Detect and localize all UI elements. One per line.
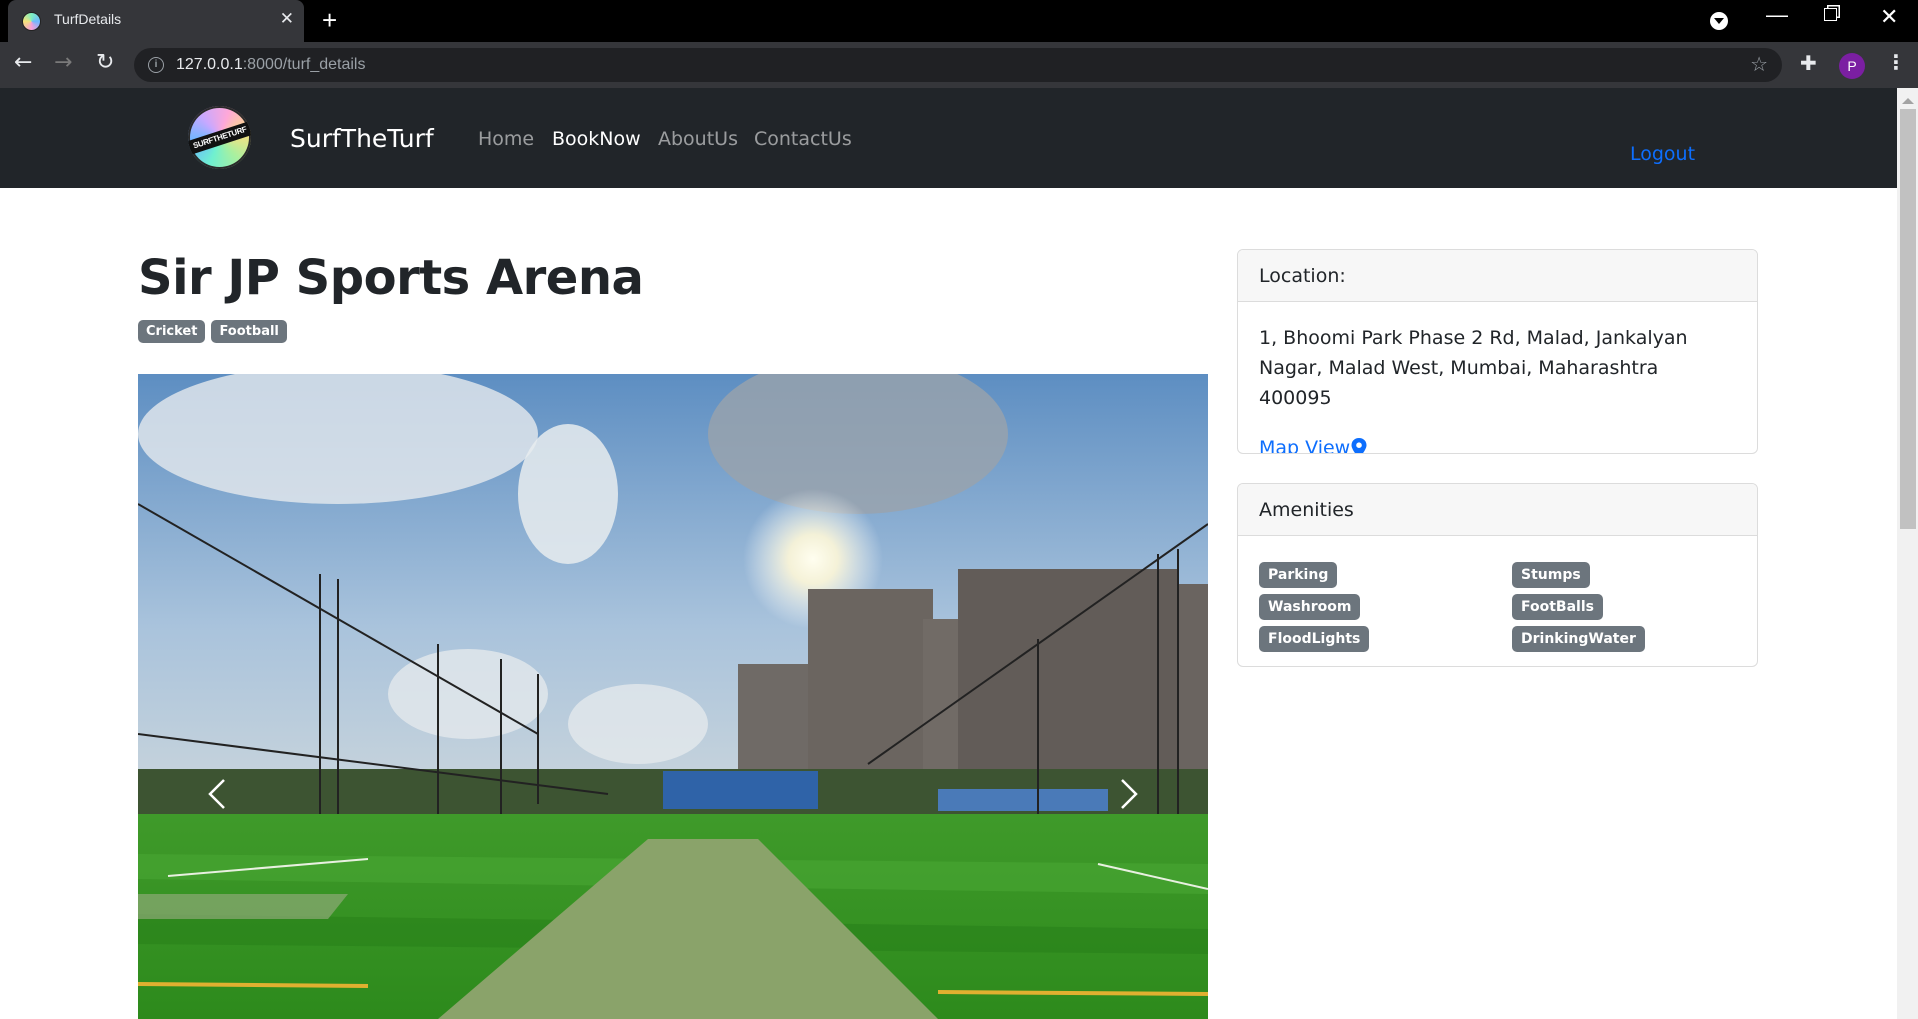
scroll-up-arrow-icon[interactable] [1902,98,1914,104]
restore-icon[interactable] [1824,8,1837,21]
amenity-badge: Washroom [1259,594,1361,620]
sport-badge: Football [211,320,287,343]
close-window-icon[interactable]: ✕ [1880,4,1898,30]
location-card: Location: 1, Bhoomi Park Phase 2 Rd, Mal… [1237,249,1758,454]
turf-photo [138,374,1208,1019]
chevron-right-icon [1121,779,1138,809]
favicon-icon [22,12,41,31]
logout-link[interactable]: Logout [1630,143,1695,165]
scrollbar-thumb[interactable] [1900,109,1916,529]
extensions-puzzle-icon[interactable]: ✚ [1800,51,1817,75]
map-view-label: Map View [1259,437,1351,454]
site-logo[interactable]: SURFTHETURF [188,106,251,169]
address-bar[interactable]: i 127.0.0.1:8000/turf_details ☆ [134,48,1782,82]
amenities-list: Parking Stumps Washroom FootBalls FloodL… [1238,536,1757,666]
amenities-card: Amenities Parking Stumps Washroom FootBa… [1237,483,1758,667]
info-icon[interactable]: i [148,57,164,73]
browser-menu-icon[interactable]: ⋮ [1886,50,1906,74]
minimize-icon[interactable]: — [1766,2,1788,28]
sport-badge: Cricket [138,320,206,343]
amenity-badge: Stumps [1512,562,1590,588]
carousel-next-button[interactable] [1108,774,1148,814]
reload-icon[interactable]: ↻ [96,50,114,75]
map-pin-icon [1351,438,1367,453]
page-scrollbar[interactable] [1897,88,1918,1019]
browser-toolbar: ← → ↻ i 127.0.0.1:8000/turf_details ☆ ✚ … [0,42,1918,88]
amenity-badge: FloodLights [1259,626,1370,652]
location-card-header: Location: [1238,250,1757,302]
sport-badges: Cricket Football [138,320,287,343]
back-icon[interactable]: ← [14,50,32,75]
page-viewport: SURFTHETURF SurfTheTurf Home BookNow Abo… [0,88,1897,1019]
profile-avatar[interactable]: P [1839,53,1865,79]
forward-icon[interactable]: → [54,50,72,75]
nav-link-booknow[interactable]: BookNow [552,128,641,150]
chevron-left-icon [208,779,225,809]
turf-image-carousel[interactable] [138,374,1208,1019]
amenities-card-header: Amenities [1238,484,1757,536]
amenity-badge: DrinkingWater [1512,626,1645,652]
turf-title: Sir JP Sports Arena [138,250,644,306]
browser-tab-strip: TurfDetails ✕ + — ✕ [0,0,1918,42]
amenity-badge: Parking [1259,562,1338,588]
brand-name[interactable]: SurfTheTurf [290,124,434,153]
nav-link-aboutus[interactable]: AboutUs [658,128,738,150]
new-tab-button[interactable]: + [322,5,337,36]
carousel-prev-button[interactable] [198,774,238,814]
site-navbar: SURFTHETURF SurfTheTurf Home BookNow Abo… [0,88,1897,188]
address-text: 1, Bhoomi Park Phase 2 Rd, Malad, Jankal… [1259,327,1688,409]
amenity-badge: FootBalls [1512,594,1603,620]
logo-text: SURFTHETURF [188,120,251,156]
nav-link-home[interactable]: Home [478,128,534,150]
browser-tab[interactable]: TurfDetails ✕ [8,0,304,42]
bookmark-star-icon[interactable]: ☆ [1750,52,1768,76]
tab-title: TurfDetails [54,11,122,27]
map-view-link[interactable]: Map View [1259,433,1367,454]
nav-link-contactus[interactable]: ContactUs [754,128,852,150]
media-control-icon[interactable] [1710,12,1728,30]
url-text[interactable]: 127.0.0.1:8000/turf_details [176,56,365,74]
close-tab-icon[interactable]: ✕ [280,9,294,29]
